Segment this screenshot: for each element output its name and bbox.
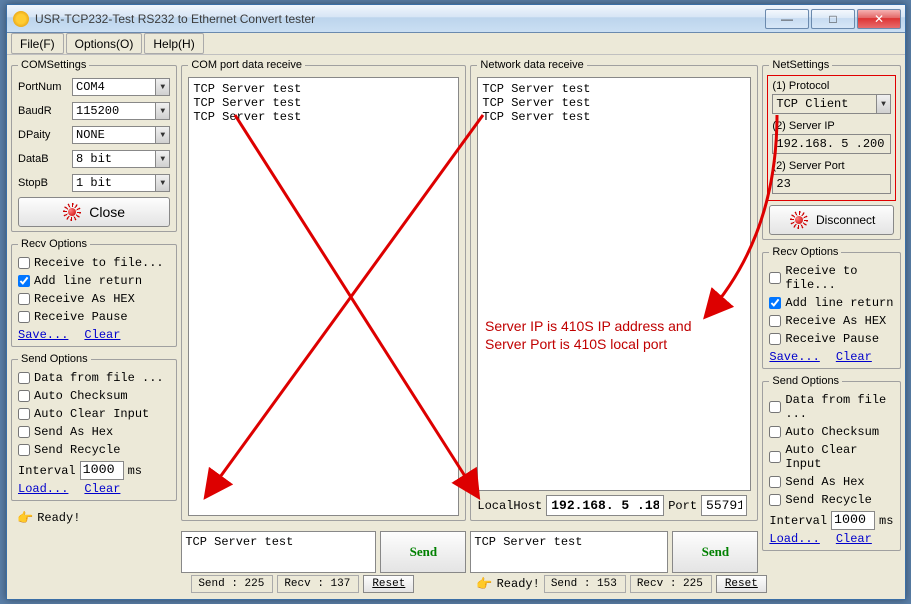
highlighted-box: (1) Protocol TCP Client (2) Server IP (2…: [767, 75, 896, 201]
recv-as-hex-check[interactable]: Receive As HEX: [18, 292, 170, 306]
portnum-select[interactable]: COM4: [72, 78, 170, 96]
close-window-button[interactable]: ✕: [857, 9, 901, 29]
titlebar: USR-TCP232-Test RS232 to Ethernet Conver…: [7, 5, 905, 33]
window-title: USR-TCP232-Test RS232 to Ethernet Conver…: [35, 12, 765, 26]
recv-options-left: Recv Options Receive to file... Add line…: [11, 238, 177, 347]
send-load-link-r[interactable]: Load...: [769, 532, 819, 546]
menu-file[interactable]: File(F): [11, 33, 64, 54]
com-recv-count: Recv : 137: [277, 575, 359, 593]
net-send-count: Send : 153: [544, 575, 626, 593]
annotation-text: Server IP is 410S IP address and Server …: [485, 317, 692, 353]
hand-icon: 👉: [17, 511, 33, 526]
interval-input[interactable]: [80, 461, 124, 480]
databits-select[interactable]: 8 bit: [72, 150, 170, 168]
send-as-hex-check-r[interactable]: Send As Hex: [769, 475, 894, 489]
com-receive-group: COM port data receive TCP Server test TC…: [181, 59, 466, 521]
server-ip-input[interactable]: [772, 134, 891, 154]
recv-pause-check-r[interactable]: Receive Pause: [769, 332, 894, 346]
chevron-down-icon[interactable]: [155, 175, 169, 191]
send-recycle-check-r[interactable]: Send Recycle: [769, 493, 894, 507]
localhost-input[interactable]: [546, 495, 664, 516]
send-options-right: Send Options Data from file ... Auto Che…: [762, 375, 901, 551]
send-recycle-check[interactable]: Send Recycle: [18, 443, 170, 457]
net-receive-text[interactable]: TCP Server test TCP Server test TCP Serv…: [477, 77, 751, 491]
send-load-link[interactable]: Load...: [18, 482, 68, 496]
open-indicator-icon: [63, 203, 81, 221]
parity-select[interactable]: NONE: [72, 126, 170, 144]
close-port-button[interactable]: Close: [18, 197, 170, 227]
hand-icon: 👉: [476, 577, 492, 592]
send-clear-link[interactable]: Clear: [84, 482, 120, 496]
com-receive-text[interactable]: TCP Server test TCP Server test TCP Serv…: [188, 77, 459, 516]
recv-options-right: Recv Options Receive to file... Add line…: [762, 246, 901, 369]
net-recv-count: Recv : 225: [630, 575, 712, 593]
interval-input-r[interactable]: [831, 511, 875, 530]
data-from-file-check-r[interactable]: Data from file ...: [769, 393, 894, 421]
baud-select[interactable]: 115200: [72, 102, 170, 120]
net-send-button[interactable]: Send: [672, 531, 758, 573]
maximize-button[interactable]: □: [811, 9, 855, 29]
protocol-select[interactable]: TCP Client: [772, 94, 891, 114]
auto-clear-check[interactable]: Auto Clear Input: [18, 407, 170, 421]
recv-as-hex-check-r[interactable]: Receive As HEX: [769, 314, 894, 328]
recv-clear-link-r[interactable]: Clear: [836, 350, 872, 364]
net-settings-group: NetSettings (1) Protocol TCP Client (2) …: [762, 59, 901, 240]
recv-to-file-check[interactable]: Receive to file...: [18, 256, 170, 270]
send-options-left: Send Options Data from file ... Auto Che…: [11, 353, 177, 501]
localport-input[interactable]: [701, 495, 747, 516]
com-send-count: Send : 225: [191, 575, 273, 593]
recv-save-link[interactable]: Save...: [18, 328, 68, 342]
recv-pause-check[interactable]: Receive Pause: [18, 310, 170, 324]
add-line-return-check-r[interactable]: Add line return: [769, 296, 894, 310]
status-ready-right: 👉Ready!: [476, 577, 539, 592]
recv-to-file-check-r[interactable]: Receive to file...: [769, 264, 894, 292]
net-reset-button[interactable]: Reset: [716, 575, 767, 593]
com-settings-group: COMSettings PortNumCOM4 BaudR115200 DPai…: [11, 59, 177, 232]
com-reset-button[interactable]: Reset: [363, 575, 414, 593]
add-line-return-check[interactable]: Add line return: [18, 274, 170, 288]
connect-indicator-icon: [790, 211, 808, 229]
net-send-input[interactable]: TCP Server test: [470, 531, 668, 573]
disconnect-button[interactable]: Disconnect: [769, 205, 894, 235]
app-window: USR-TCP232-Test RS232 to Ethernet Conver…: [6, 4, 906, 600]
recv-save-link-r[interactable]: Save...: [769, 350, 819, 364]
menu-help[interactable]: Help(H): [144, 33, 203, 54]
chevron-down-icon[interactable]: [155, 151, 169, 167]
com-send-button[interactable]: Send: [380, 531, 466, 573]
status-ready-left: 👉Ready!: [17, 511, 171, 526]
app-icon: [13, 11, 29, 27]
server-port-input[interactable]: [772, 174, 891, 194]
recv-clear-link[interactable]: Clear: [84, 328, 120, 342]
com-send-input[interactable]: TCP Server test: [181, 531, 376, 573]
minimize-button[interactable]: —: [765, 9, 809, 29]
chevron-down-icon[interactable]: [876, 95, 890, 113]
auto-checksum-check[interactable]: Auto Checksum: [18, 389, 170, 403]
chevron-down-icon[interactable]: [155, 127, 169, 143]
menu-options[interactable]: Options(O): [66, 33, 143, 54]
data-from-file-check[interactable]: Data from file ...: [18, 371, 170, 385]
chevron-down-icon[interactable]: [155, 79, 169, 95]
net-receive-group: Network data receive TCP Server test TCP…: [470, 59, 758, 521]
send-clear-link-r[interactable]: Clear: [836, 532, 872, 546]
chevron-down-icon[interactable]: [155, 103, 169, 119]
send-as-hex-check[interactable]: Send As Hex: [18, 425, 170, 439]
auto-clear-check-r[interactable]: Auto Clear Input: [769, 443, 894, 471]
auto-checksum-check-r[interactable]: Auto Checksum: [769, 425, 894, 439]
stopbits-select[interactable]: 1 bit: [72, 174, 170, 192]
menubar: File(F) Options(O) Help(H): [7, 33, 905, 55]
